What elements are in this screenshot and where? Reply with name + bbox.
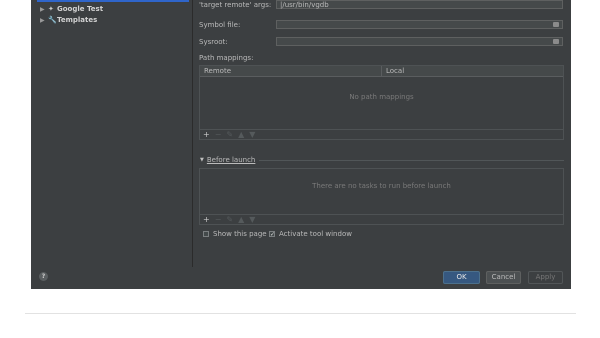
path-mappings-label: Path mappings: (199, 54, 254, 62)
page-divider (25, 313, 576, 314)
tree-item-templates[interactable]: ▶ 🔧 Templates (40, 15, 97, 25)
activate-tool-window-label: Activate tool window (279, 230, 352, 238)
target-remote-args-label: 'target remote' args: (199, 1, 272, 9)
edit-icon[interactable]: ✎ (226, 131, 233, 139)
collapse-triangle-icon[interactable]: ▼ (200, 157, 204, 163)
tree-item-label: Templates (57, 16, 98, 24)
separator-line (259, 159, 565, 161)
expand-arrow-icon[interactable]: ▶ (40, 17, 48, 24)
dialog-footer: ? OK Cancel Apply (31, 267, 571, 289)
edit-icon[interactable]: ✎ (226, 216, 233, 224)
configuration-tree: ▶ ✦ Google Test ▶ 🔧 Templates (31, 0, 193, 267)
googletest-icon: ✦ (48, 5, 54, 13)
activate-tool-window-checkbox[interactable]: ✓ (269, 231, 275, 238)
sysroot-label: Sysroot: (199, 38, 228, 46)
browse-folder-icon[interactable] (553, 22, 559, 27)
target-remote-args-field[interactable]: |/usr/bin/vgdb (276, 0, 563, 9)
table-header: Remote Local (200, 66, 563, 77)
expand-arrow-icon[interactable]: ▶ (40, 6, 48, 13)
tree-item-google-test[interactable]: ▶ ✦ Google Test (40, 4, 103, 14)
run-configuration-dialog: ▶ ✦ Google Test ▶ 🔧 Templates 'target re… (31, 0, 571, 289)
add-icon[interactable]: + (203, 216, 210, 224)
selected-tree-item[interactable] (37, 0, 189, 2)
symbol-file-field[interactable] (276, 20, 563, 29)
cancel-button[interactable]: Cancel (486, 271, 521, 284)
add-icon[interactable]: + (203, 131, 210, 139)
column-local[interactable]: Local (386, 67, 404, 75)
before-launch-toolbar: + − ✎ ▲ ▼ (200, 214, 563, 225)
remove-icon[interactable]: − (215, 216, 222, 224)
column-divider[interactable] (381, 66, 382, 76)
show-this-page-label: Show this page (213, 230, 267, 238)
path-mappings-table: Remote Local No path mappings + − ✎ ▲ ▼ (199, 65, 564, 140)
empty-text: There are no tasks to run before launch (312, 182, 451, 190)
ok-button[interactable]: OK (443, 271, 480, 284)
show-this-page-option[interactable]: Show this page (203, 230, 267, 238)
browse-folder-icon[interactable] (553, 39, 559, 44)
before-launch-list: There are no tasks to run before launch … (199, 168, 564, 225)
sysroot-field[interactable] (276, 37, 563, 46)
before-launch-header[interactable]: ▼ Before launch (200, 156, 565, 164)
show-this-page-checkbox[interactable] (203, 231, 209, 237)
tree-item-label: Google Test (57, 5, 104, 13)
help-icon[interactable]: ? (39, 272, 48, 281)
move-up-icon[interactable]: ▲ (238, 131, 244, 139)
table-toolbar: + − ✎ ▲ ▼ (200, 129, 563, 140)
before-launch-title: Before launch (206, 156, 256, 164)
move-up-icon[interactable]: ▲ (238, 216, 244, 224)
empty-text: No path mappings (349, 93, 414, 101)
column-remote[interactable]: Remote (204, 67, 231, 75)
wrench-icon: 🔧 (48, 16, 57, 24)
apply-button[interactable]: Apply (528, 271, 563, 284)
symbol-file-label: Symbol file: (199, 21, 241, 29)
remove-icon[interactable]: − (215, 131, 222, 139)
move-down-icon[interactable]: ▼ (249, 216, 255, 224)
activate-tool-window-option[interactable]: ✓ Activate tool window (269, 230, 352, 238)
move-down-icon[interactable]: ▼ (249, 131, 255, 139)
